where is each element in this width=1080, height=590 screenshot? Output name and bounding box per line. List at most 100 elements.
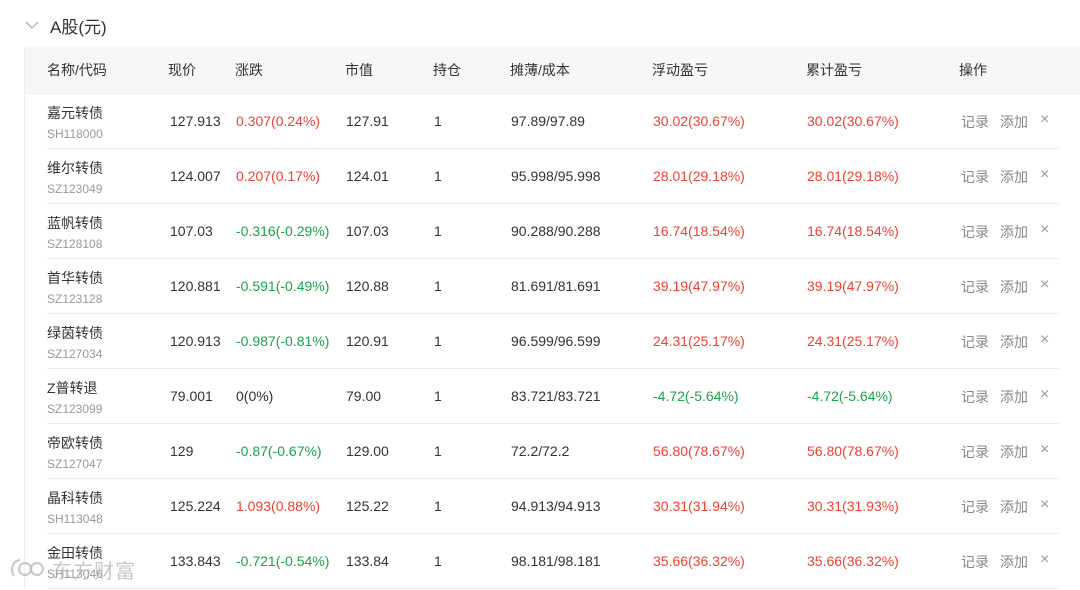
float-pl-cell: 24.31(25.17%) bbox=[653, 333, 745, 349]
record-button[interactable]: 记录 bbox=[961, 369, 989, 423]
total-pl-cell: 24.31(25.17%) bbox=[807, 333, 899, 349]
total-pl-cell: 16.74(18.54%) bbox=[807, 223, 899, 239]
record-button[interactable]: 记录 bbox=[961, 259, 989, 313]
holding-cell: 1 bbox=[434, 113, 442, 129]
change-cell: -0.987(-0.81%) bbox=[236, 333, 330, 349]
change-cell: 1.093(0.88%) bbox=[236, 498, 321, 514]
price-cell: 127.913 bbox=[170, 113, 221, 129]
record-button[interactable]: 记录 bbox=[961, 314, 989, 368]
security-name: 蓝帆转债 bbox=[47, 215, 103, 231]
close-icon[interactable]: × bbox=[1040, 314, 1049, 368]
market-value-cell: 133.84 bbox=[346, 553, 389, 569]
header-cost: 摊薄/成本 bbox=[510, 62, 570, 78]
security-code: SZ127047 bbox=[47, 457, 103, 471]
add-button[interactable]: 添加 bbox=[1000, 424, 1028, 478]
float-pl-cell: 35.66(36.32%) bbox=[653, 553, 745, 569]
cost-cell: 96.599/96.599 bbox=[511, 333, 601, 349]
table-row: Z普转退 SZ123099 79.001 0(0%) 79.00 1 83.721/83.7… bbox=[47, 369, 1059, 424]
price-cell: 133.843 bbox=[170, 553, 221, 569]
header-price: 现价 bbox=[168, 62, 196, 78]
header-holding: 持仓 bbox=[433, 62, 461, 78]
close-icon[interactable]: × bbox=[1040, 424, 1049, 478]
total-pl-cell: 28.01(29.18%) bbox=[807, 168, 899, 184]
table-row: 绿茵转债 SZ127034 120.913 -0.987(-0.81%) 120.91 1… bbox=[47, 314, 1059, 369]
watermark-text: 东方财富 bbox=[52, 560, 136, 583]
total-pl-cell: 30.31(31.93%) bbox=[807, 498, 899, 514]
security-name: 晶科转债 bbox=[47, 490, 103, 506]
add-button[interactable]: 添加 bbox=[1000, 204, 1028, 258]
security-code: SZ123049 bbox=[47, 182, 103, 196]
holding-cell: 1 bbox=[434, 388, 442, 404]
add-button[interactable]: 添加 bbox=[1000, 149, 1028, 203]
add-button[interactable]: 添加 bbox=[1000, 479, 1028, 533]
cost-cell: 95.998/95.998 bbox=[511, 168, 601, 184]
market-value-cell: 125.22 bbox=[346, 498, 389, 514]
record-button[interactable]: 记录 bbox=[961, 424, 989, 478]
close-icon[interactable]: × bbox=[1040, 479, 1049, 533]
security-name: 首华转债 bbox=[47, 270, 103, 286]
add-button[interactable]: 添加 bbox=[1000, 314, 1028, 368]
market-value-cell: 124.01 bbox=[346, 168, 389, 184]
holding-cell: 1 bbox=[434, 553, 442, 569]
table-row: 晶科转债 SH113048 125.224 1.093(0.88%) 125.22 1 94… bbox=[47, 479, 1059, 534]
close-icon[interactable]: × bbox=[1040, 534, 1049, 588]
chevron-down-icon[interactable] bbox=[24, 17, 40, 33]
float-pl-cell: 30.02(30.67%) bbox=[653, 113, 745, 129]
close-icon[interactable]: × bbox=[1040, 369, 1049, 423]
security-code: SZ128108 bbox=[47, 237, 103, 251]
cost-cell: 81.691/81.691 bbox=[511, 278, 601, 294]
header-ops: 操作 bbox=[959, 62, 987, 78]
add-button[interactable]: 添加 bbox=[1000, 369, 1028, 423]
price-cell: 107.03 bbox=[170, 223, 213, 239]
price-cell: 79.001 bbox=[170, 388, 213, 404]
total-pl-cell: 35.66(36.32%) bbox=[807, 553, 899, 569]
change-cell: 0.307(0.24%) bbox=[236, 113, 321, 129]
market-value-cell: 79.00 bbox=[346, 388, 382, 404]
table-row: 帝欧转债 SZ127047 129 -0.87(-0.67%) 129.00 1 72.2/… bbox=[47, 424, 1059, 479]
section-header[interactable]: A股(元) bbox=[24, 8, 107, 42]
close-icon[interactable]: × bbox=[1040, 94, 1049, 148]
float-pl-cell: -4.72(-5.64%) bbox=[653, 388, 739, 404]
security-name: 帝欧转债 bbox=[47, 435, 103, 451]
table-row: 维尔转债 SZ123049 124.007 0.207(0.17%) 124.01 1 95… bbox=[47, 149, 1059, 204]
record-button[interactable]: 记录 bbox=[961, 94, 989, 148]
holding-cell: 1 bbox=[434, 498, 442, 514]
record-button[interactable]: 记录 bbox=[961, 534, 989, 588]
change-cell: -0.87(-0.67%) bbox=[236, 443, 322, 459]
total-pl-cell: -4.72(-5.64%) bbox=[807, 388, 893, 404]
add-button[interactable]: 添加 bbox=[1000, 94, 1028, 148]
security-code: SH118000 bbox=[47, 127, 103, 141]
float-pl-cell: 30.31(31.94%) bbox=[653, 498, 745, 514]
total-pl-cell: 39.19(47.97%) bbox=[807, 278, 899, 294]
change-cell: 0(0%) bbox=[236, 388, 274, 404]
security-code: SZ123099 bbox=[47, 402, 103, 416]
security-name: 维尔转债 bbox=[47, 160, 103, 176]
header-name: 名称/代码 bbox=[47, 62, 107, 78]
security-code: SZ127034 bbox=[47, 347, 103, 361]
header-float-pl: 浮动盈亏 bbox=[652, 62, 708, 78]
market-value-cell: 120.88 bbox=[346, 278, 389, 294]
add-button[interactable]: 添加 bbox=[1000, 259, 1028, 313]
record-button[interactable]: 记录 bbox=[961, 204, 989, 258]
record-button[interactable]: 记录 bbox=[961, 479, 989, 533]
float-pl-cell: 39.19(47.97%) bbox=[653, 278, 745, 294]
float-pl-cell: 28.01(29.18%) bbox=[653, 168, 745, 184]
header-total-pl: 累计盈亏 bbox=[806, 62, 862, 78]
table-row: 首华转债 SZ123128 120.881 -0.591(-0.49%) 120.88 1… bbox=[47, 259, 1059, 314]
section-title: A股(元) bbox=[50, 17, 107, 37]
cost-cell: 83.721/83.721 bbox=[511, 388, 601, 404]
market-value-cell: 120.91 bbox=[346, 333, 389, 349]
price-cell: 124.007 bbox=[170, 168, 221, 184]
float-pl-cell: 16.74(18.54%) bbox=[653, 223, 745, 239]
close-icon[interactable]: × bbox=[1040, 259, 1049, 313]
change-cell: -0.316(-0.29%) bbox=[236, 223, 330, 239]
table-body: 嘉元转债 SH118000 127.913 0.307(0.24%) 127.91 1 97… bbox=[25, 94, 1080, 589]
cost-cell: 98.181/98.181 bbox=[511, 553, 601, 569]
price-cell: 120.913 bbox=[170, 333, 221, 349]
add-button[interactable]: 添加 bbox=[1000, 534, 1028, 588]
header-change: 涨跌 bbox=[235, 62, 263, 78]
price-cell: 125.224 bbox=[170, 498, 221, 514]
close-icon[interactable]: × bbox=[1040, 149, 1049, 203]
record-button[interactable]: 记录 bbox=[961, 149, 989, 203]
close-icon[interactable]: × bbox=[1040, 204, 1049, 258]
